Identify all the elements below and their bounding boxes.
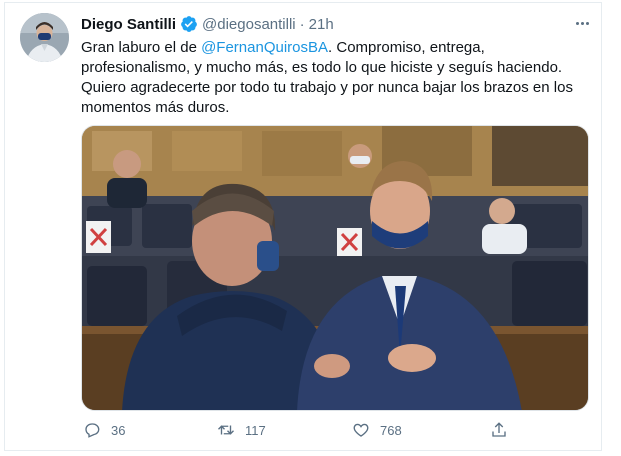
retweet-icon [218, 425, 234, 435]
retweet-button[interactable]: 117 [217, 421, 266, 439]
like-count: 768 [380, 422, 402, 438]
avatar-image [20, 13, 69, 62]
tweet-timestamp[interactable]: 21h [309, 16, 334, 33]
like-button[interactable]: 768 [352, 421, 402, 439]
tweet-text: Gran laburo el de @FernanQuirosBA. Compr… [81, 38, 593, 118]
author-name[interactable]: Diego Santilli [81, 16, 176, 33]
mention-link[interactable]: @FernanQuirosBA [201, 39, 328, 56]
share-button[interactable] [490, 421, 508, 439]
verified-icon [181, 16, 197, 32]
reply-count: 36 [111, 422, 126, 438]
reply-button[interactable]: 36 [83, 421, 125, 439]
tweet-header: Diego Santilli @diegosantilli · 21h [81, 14, 334, 34]
photo-scene [82, 126, 588, 410]
tweet-photo[interactable] [81, 125, 589, 411]
tweet-actions: 36 117 768 [81, 421, 511, 443]
tweet-card[interactable]: Diego Santilli @diegosantilli · 21h Gran… [4, 2, 602, 451]
retweet-count: 117 [245, 422, 266, 438]
like-icon [353, 423, 369, 437]
reply-icon [85, 423, 100, 438]
more-icon[interactable] [571, 16, 593, 30]
author-handle[interactable]: @diegosantilli [202, 16, 296, 33]
avatar[interactable] [20, 13, 69, 62]
share-icon [492, 422, 506, 437]
separator-dot: · [299, 15, 305, 33]
tweet-text-start: Gran laburo el de [81, 39, 202, 56]
